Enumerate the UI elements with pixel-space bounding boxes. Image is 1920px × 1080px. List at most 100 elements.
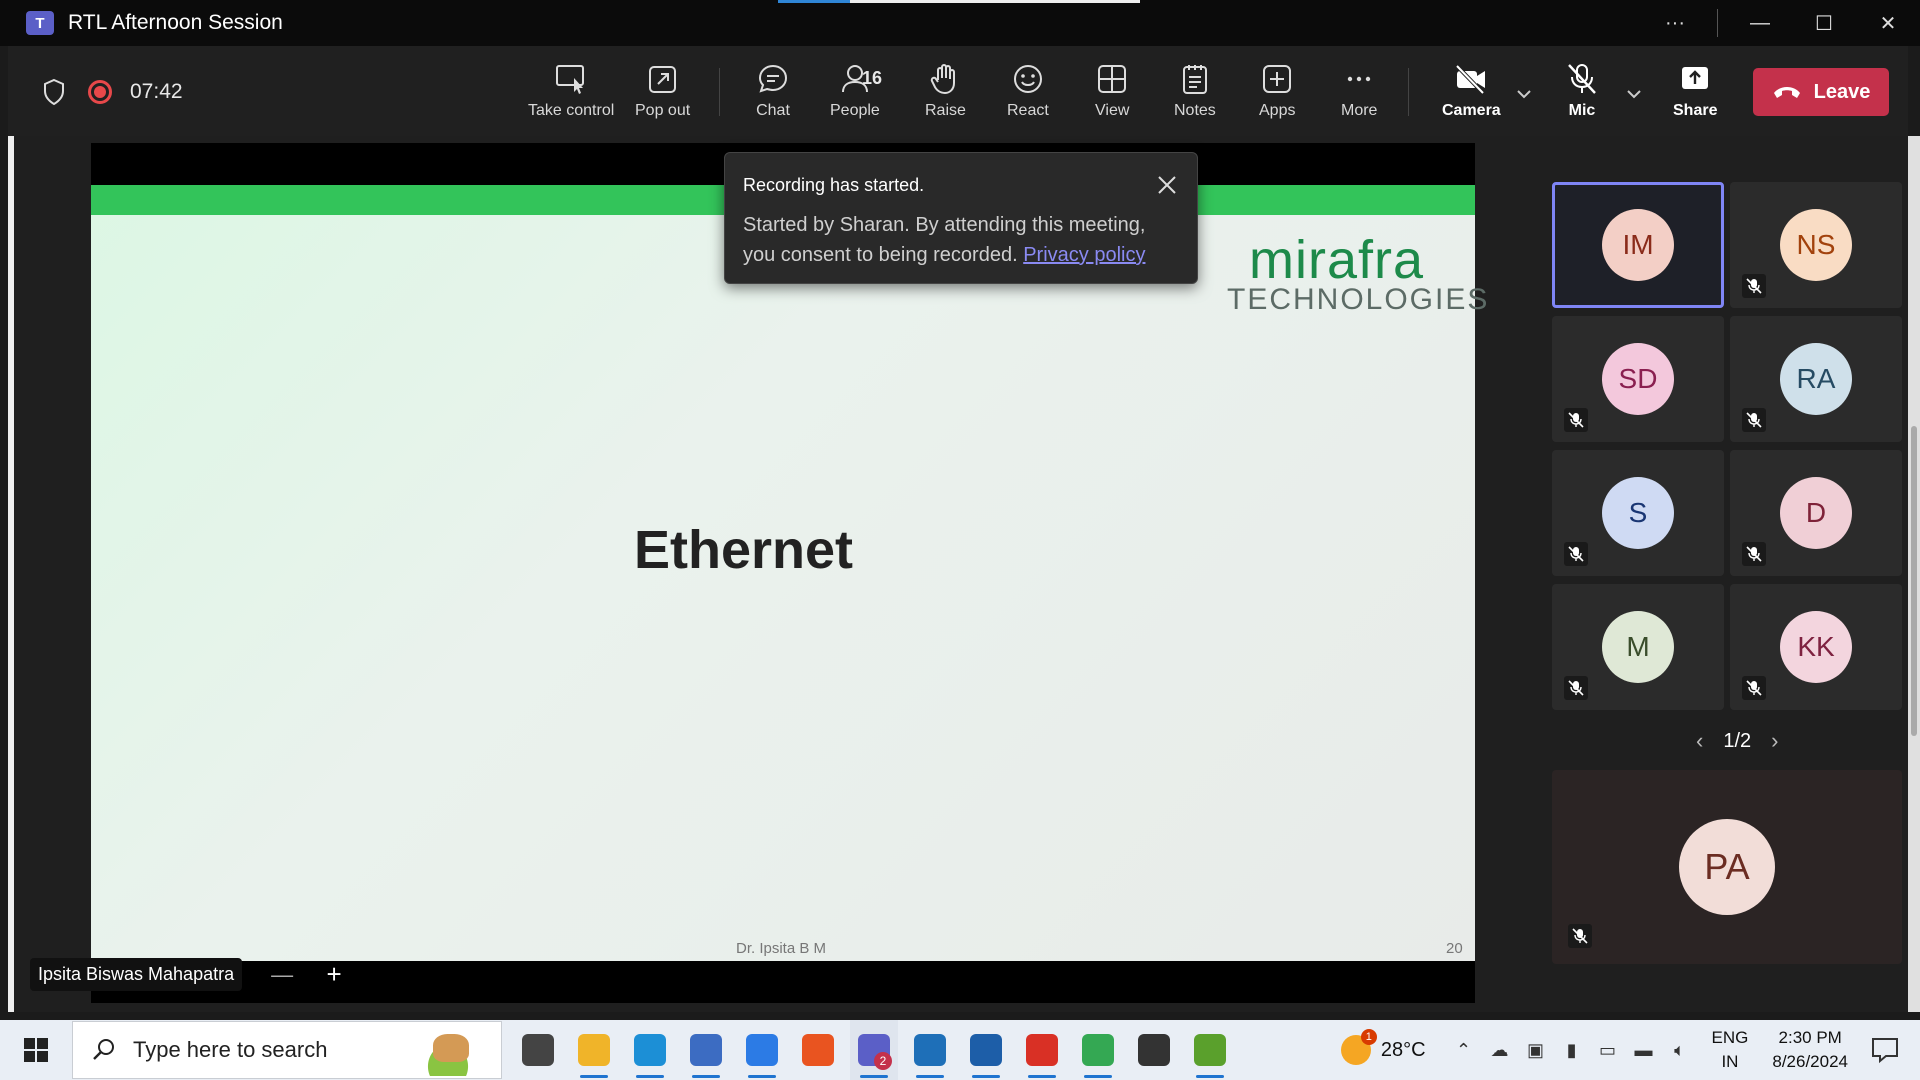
recording-indicator-icon (88, 80, 112, 104)
pop-out-icon (648, 66, 676, 93)
windows-logo-icon (24, 1038, 48, 1062)
slide-author: Dr. Ipsita B M (736, 940, 827, 957)
teams-logo-icon: T (26, 11, 54, 35)
avatar: NS (1780, 209, 1852, 281)
featured-participant-tile[interactable]: PA (1552, 770, 1902, 964)
weather-widget[interactable]: 1 28°C (1340, 1029, 1426, 1065)
take-control-button[interactable]: Take control (528, 62, 614, 120)
volume-icon[interactable]: 🔈︎ (1667, 1037, 1693, 1063)
ubuntu-taskbar-button[interactable] (794, 1020, 842, 1080)
share-icon (1682, 67, 1709, 89)
mic-off-icon (1742, 408, 1766, 432)
participant-tile[interactable]: S (1552, 450, 1724, 576)
privacy-policy-link[interactable]: Privacy policy (1023, 244, 1145, 266)
close-icon[interactable] (1155, 173, 1179, 197)
taskbar-search-box[interactable]: Type here to search (72, 1021, 502, 1079)
next-page-icon[interactable]: › (1771, 728, 1778, 754)
mic-button[interactable]: Mic (1565, 62, 1599, 120)
minimize-button[interactable]: — (1728, 0, 1792, 46)
apps-button[interactable]: Apps (1259, 62, 1295, 120)
participant-tile[interactable]: IM (1552, 182, 1724, 308)
network-icon[interactable]: ▭ (1595, 1037, 1621, 1063)
pop-out-button[interactable]: Pop out (635, 62, 690, 120)
presenter-name: Ipsita Biswas Mahapatra (30, 958, 243, 991)
avatar: S (1602, 477, 1674, 549)
wps-office-taskbar-button[interactable] (1018, 1020, 1066, 1080)
mic-off-icon (1568, 64, 1596, 94)
leave-button[interactable]: Leave (1753, 68, 1889, 116)
microphone-icon[interactable]: ▮ (1559, 1037, 1585, 1063)
taskbar-clock[interactable]: 2:30 PM 8/26/2024 (1772, 1026, 1848, 1074)
react-icon (1013, 65, 1042, 93)
search-highlight-illustration (413, 1028, 483, 1076)
react-button[interactable]: React (1007, 62, 1049, 120)
more-options-icon[interactable]: ··· (1643, 0, 1707, 46)
avatar: SD (1602, 343, 1674, 415)
ubuntu-icon (802, 1034, 834, 1066)
notification-center-icon[interactable] (1870, 1036, 1900, 1064)
avatar: M (1602, 611, 1674, 683)
previous-page-icon[interactable]: ‹ (1696, 728, 1703, 754)
participant-tile[interactable]: D (1730, 450, 1902, 576)
zoom-out-button[interactable]: — (262, 962, 302, 988)
cloud-icon[interactable]: ☁ (1487, 1037, 1513, 1063)
participant-tile[interactable]: M (1552, 584, 1724, 710)
avatar: PA (1679, 819, 1775, 915)
teams-notification-badge: 2 (874, 1052, 892, 1070)
penguin-app-taskbar-button[interactable] (1130, 1020, 1178, 1080)
notes-button[interactable]: Notes (1174, 62, 1216, 120)
close-window-button[interactable]: ✕ (1856, 0, 1920, 46)
network-app-taskbar-button[interactable] (682, 1020, 730, 1080)
camera-off-icon (1455, 64, 1486, 95)
battery-icon[interactable]: ▬ (1631, 1037, 1657, 1063)
language-indicator[interactable]: ENG IN (1712, 1026, 1749, 1074)
remote-app-taskbar-button[interactable] (738, 1020, 786, 1080)
edge-taskbar-button[interactable] (626, 1020, 674, 1080)
share-button[interactable]: Share (1673, 62, 1717, 120)
wps-office-icon (1026, 1034, 1058, 1066)
slide-logo-subtitle: TECHNOLOGIES (1227, 283, 1490, 316)
mic-off-icon (1742, 676, 1766, 700)
camera-icon[interactable]: ▣ (1523, 1037, 1549, 1063)
shield-icon[interactable] (42, 78, 66, 106)
zoom-in-button[interactable]: + (314, 959, 354, 990)
raise-hand-button[interactable]: Raise (925, 62, 966, 120)
scrollbar[interactable] (1908, 136, 1920, 1012)
meeting-toolbar: 07:42 Take control Pop out Chat People 1… (8, 46, 1908, 136)
camera-options-chevron-icon[interactable] (1516, 88, 1532, 100)
window-title: RTL Afternoon Session (68, 11, 283, 34)
start-button[interactable] (0, 1020, 72, 1080)
slide-page-number: 20 (1446, 940, 1463, 957)
more-button[interactable]: More (1341, 62, 1377, 120)
chrome-taskbar-button[interactable] (1074, 1020, 1122, 1080)
view-icon (1098, 65, 1127, 93)
chevron-up-icon[interactable]: ⌃ (1451, 1037, 1477, 1063)
chat-button[interactable]: Chat (756, 62, 790, 120)
loading-progress (778, 0, 1140, 3)
participant-tile[interactable]: NS (1730, 182, 1902, 308)
mic-options-chevron-icon[interactable] (1626, 88, 1642, 100)
photos-taskbar-button[interactable] (906, 1020, 954, 1080)
notification-title: Recording has started. (743, 175, 925, 195)
maximize-button[interactable]: ☐ (1792, 0, 1856, 46)
task-view-taskbar-button[interactable] (514, 1020, 562, 1080)
mic-off-icon (1564, 408, 1588, 432)
mic-off-icon (1742, 542, 1766, 566)
participant-tile[interactable]: SD (1552, 316, 1724, 442)
participant-tile[interactable]: RA (1730, 316, 1902, 442)
virtualbox-taskbar-button[interactable] (962, 1020, 1010, 1080)
virtualbox-icon (970, 1034, 1002, 1066)
mic-off-icon (1568, 924, 1592, 948)
camera-button[interactable]: Camera (1442, 62, 1501, 120)
teams-taskbar-button[interactable]: 2 (850, 1020, 898, 1080)
editor-app-taskbar-button[interactable] (1186, 1020, 1234, 1080)
participant-tile[interactable]: KK (1730, 584, 1902, 710)
task-view-icon (522, 1034, 554, 1066)
people-button[interactable]: People 16 (830, 62, 882, 120)
file-explorer-icon (578, 1034, 610, 1066)
file-explorer-taskbar-button[interactable] (570, 1020, 618, 1080)
meeting-timer: 07:42 (130, 80, 183, 103)
view-button[interactable]: View (1095, 62, 1129, 120)
chrome-icon (1082, 1034, 1114, 1066)
take-control-icon (556, 65, 585, 94)
